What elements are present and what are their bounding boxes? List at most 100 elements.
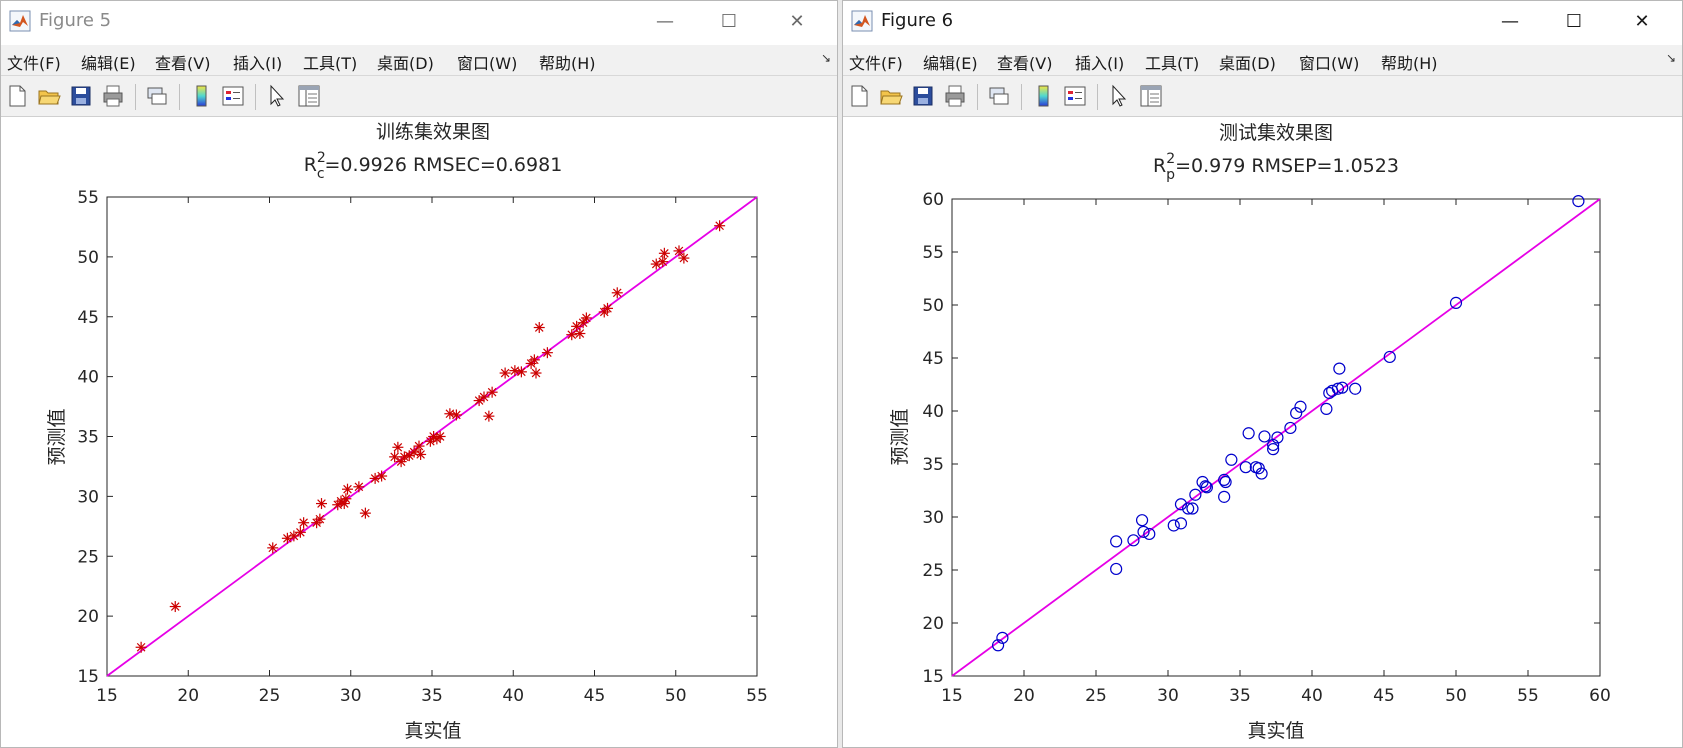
data-point — [294, 526, 306, 538]
x-tick-label: 60 — [1589, 686, 1611, 706]
plot-area[interactable]: 训练集效果图 R2 c=0.9926 RMSEC=0.6981 15 20 25 30 3… — [1, 117, 838, 748]
menu-file[interactable]: 文件(F) — [849, 50, 903, 74]
x-tick-label: 50 — [1445, 686, 1467, 706]
toolbar-separator — [135, 84, 136, 110]
data-point — [678, 252, 690, 264]
y-tick-label: 35 — [922, 455, 944, 475]
menu-window[interactable]: 窗口(W) — [457, 50, 517, 74]
y-tick-label: 20 — [922, 614, 944, 634]
data-point — [602, 302, 613, 314]
data-point — [486, 386, 498, 398]
print-icon[interactable] — [101, 84, 125, 108]
menu-desktop[interactable]: 桌面(D) — [1219, 50, 1276, 74]
menu-overflow-icon[interactable]: ↘ — [1666, 51, 1676, 65]
y-tick-label: 55 — [922, 243, 944, 263]
x-tick-label: 50 — [665, 686, 687, 706]
menu-view[interactable]: 查看(V) — [997, 50, 1052, 74]
y-tick-label: 45 — [77, 308, 99, 328]
window-title: Figure 5 — [39, 10, 112, 31]
legend-icon[interactable] — [1063, 84, 1087, 108]
property-editor-icon[interactable] — [1139, 84, 1163, 108]
data-point — [528, 354, 540, 366]
menu-file[interactable]: 文件(F) — [7, 50, 61, 74]
toolbar — [843, 76, 1682, 117]
data-point — [714, 220, 726, 232]
toolbar-separator — [1021, 84, 1022, 110]
menu-edit[interactable]: 编辑(E) — [923, 50, 978, 74]
matlab-app-icon — [9, 10, 31, 32]
y-tick-label: 45 — [922, 349, 944, 369]
link-plot-icon[interactable] — [987, 84, 1011, 108]
figure-6-window[interactable]: Figure 6 — ☐ ✕ 文件(F) 编辑(E) 查看(V) 插入(I) 工… — [842, 0, 1683, 748]
minimize-button[interactable]: — — [633, 1, 697, 41]
data-point — [611, 287, 623, 299]
plot-area[interactable]: 测试集效果图 R2 p=0.979 RMSEP=1.0523 15 20 25 30 35… — [843, 117, 1683, 748]
data-point — [434, 431, 446, 442]
save-icon[interactable] — [69, 84, 93, 108]
menu-insert[interactable]: 插入(I) — [233, 50, 282, 74]
figure-5-window[interactable]: Figure 5 — ☐ ✕ 文件(F) 编辑(E) 查看(V) 插入(I) 工… — [0, 0, 838, 748]
x-tick-label: 55 — [746, 686, 768, 706]
x-tick-label: 15 — [96, 686, 118, 706]
y-tick-label: 40 — [77, 368, 99, 388]
plot-title: 测试集效果图 — [1219, 122, 1333, 144]
edit-plot-arrow-icon[interactable] — [1107, 84, 1131, 108]
data-point — [389, 451, 401, 463]
open-file-icon[interactable] — [879, 84, 903, 108]
y-tick-label: 25 — [922, 561, 944, 581]
menu-help[interactable]: 帮助(H) — [1381, 50, 1438, 74]
maximize-button[interactable]: ☐ — [697, 1, 761, 41]
save-icon[interactable] — [911, 84, 935, 108]
maximize-button[interactable]: ☐ — [1542, 1, 1606, 41]
x-tick-label: 25 — [259, 686, 281, 706]
data-point — [657, 256, 669, 268]
x-tick-label: 40 — [1301, 686, 1323, 706]
toolbar — [1, 76, 837, 117]
menu-insert[interactable]: 插入(I) — [1075, 50, 1124, 74]
menu-tools[interactable]: 工具(T) — [1145, 50, 1199, 74]
y-tick-label: 30 — [77, 487, 99, 507]
data-point — [135, 641, 147, 653]
y-tick-label: 35 — [77, 428, 99, 448]
toolbar-separator — [1097, 84, 1098, 110]
x-tick-label: 25 — [1085, 686, 1107, 706]
close-button[interactable]: ✕ — [1610, 1, 1674, 41]
data-point — [658, 247, 670, 259]
link-plot-icon[interactable] — [145, 84, 169, 108]
menu-overflow-icon[interactable]: ↘ — [821, 51, 831, 65]
data-point — [499, 367, 511, 379]
menu-view[interactable]: 查看(V) — [155, 50, 210, 74]
close-button[interactable]: ✕ — [765, 1, 829, 41]
menu-help[interactable]: 帮助(H) — [539, 50, 596, 74]
y-tick-label: 50 — [922, 296, 944, 316]
data-point — [267, 542, 279, 554]
legend-icon[interactable] — [221, 84, 245, 108]
open-file-icon[interactable] — [37, 84, 61, 108]
x-tick-label: 15 — [941, 686, 963, 706]
data-point — [450, 409, 462, 421]
new-figure-icon[interactable] — [5, 84, 29, 108]
x-tick-label: 30 — [340, 686, 362, 706]
edit-plot-arrow-icon[interactable] — [265, 84, 289, 108]
window-title: Figure 6 — [881, 10, 954, 31]
menu-edit[interactable]: 编辑(E) — [81, 50, 136, 74]
property-editor-icon[interactable] — [297, 84, 321, 108]
colorbar-icon[interactable] — [189, 84, 213, 108]
x-tick-label: 35 — [1229, 686, 1251, 706]
data-point — [169, 601, 181, 613]
menu-tools[interactable]: 工具(T) — [303, 50, 357, 74]
y-tick-label: 55 — [77, 188, 99, 208]
menu-window[interactable]: 窗口(W) — [1299, 50, 1359, 74]
print-icon[interactable] — [943, 84, 967, 108]
title-bar[interactable]: Figure 5 — ☐ ✕ — [1, 1, 837, 41]
minimize-button[interactable]: — — [1478, 1, 1542, 41]
menu-desktop[interactable]: 桌面(D) — [377, 50, 434, 74]
data-point — [673, 245, 685, 257]
x-axis-label: 真实值 — [404, 720, 461, 742]
data-point — [359, 507, 371, 519]
plot-subtitle: R2 c=0.9926 RMSEC=0.6981 — [304, 150, 563, 182]
x-tick-label: 45 — [1373, 686, 1395, 706]
new-figure-icon[interactable] — [847, 84, 871, 108]
colorbar-icon[interactable] — [1031, 84, 1055, 108]
title-bar[interactable]: Figure 6 — ☐ ✕ — [843, 1, 1682, 41]
